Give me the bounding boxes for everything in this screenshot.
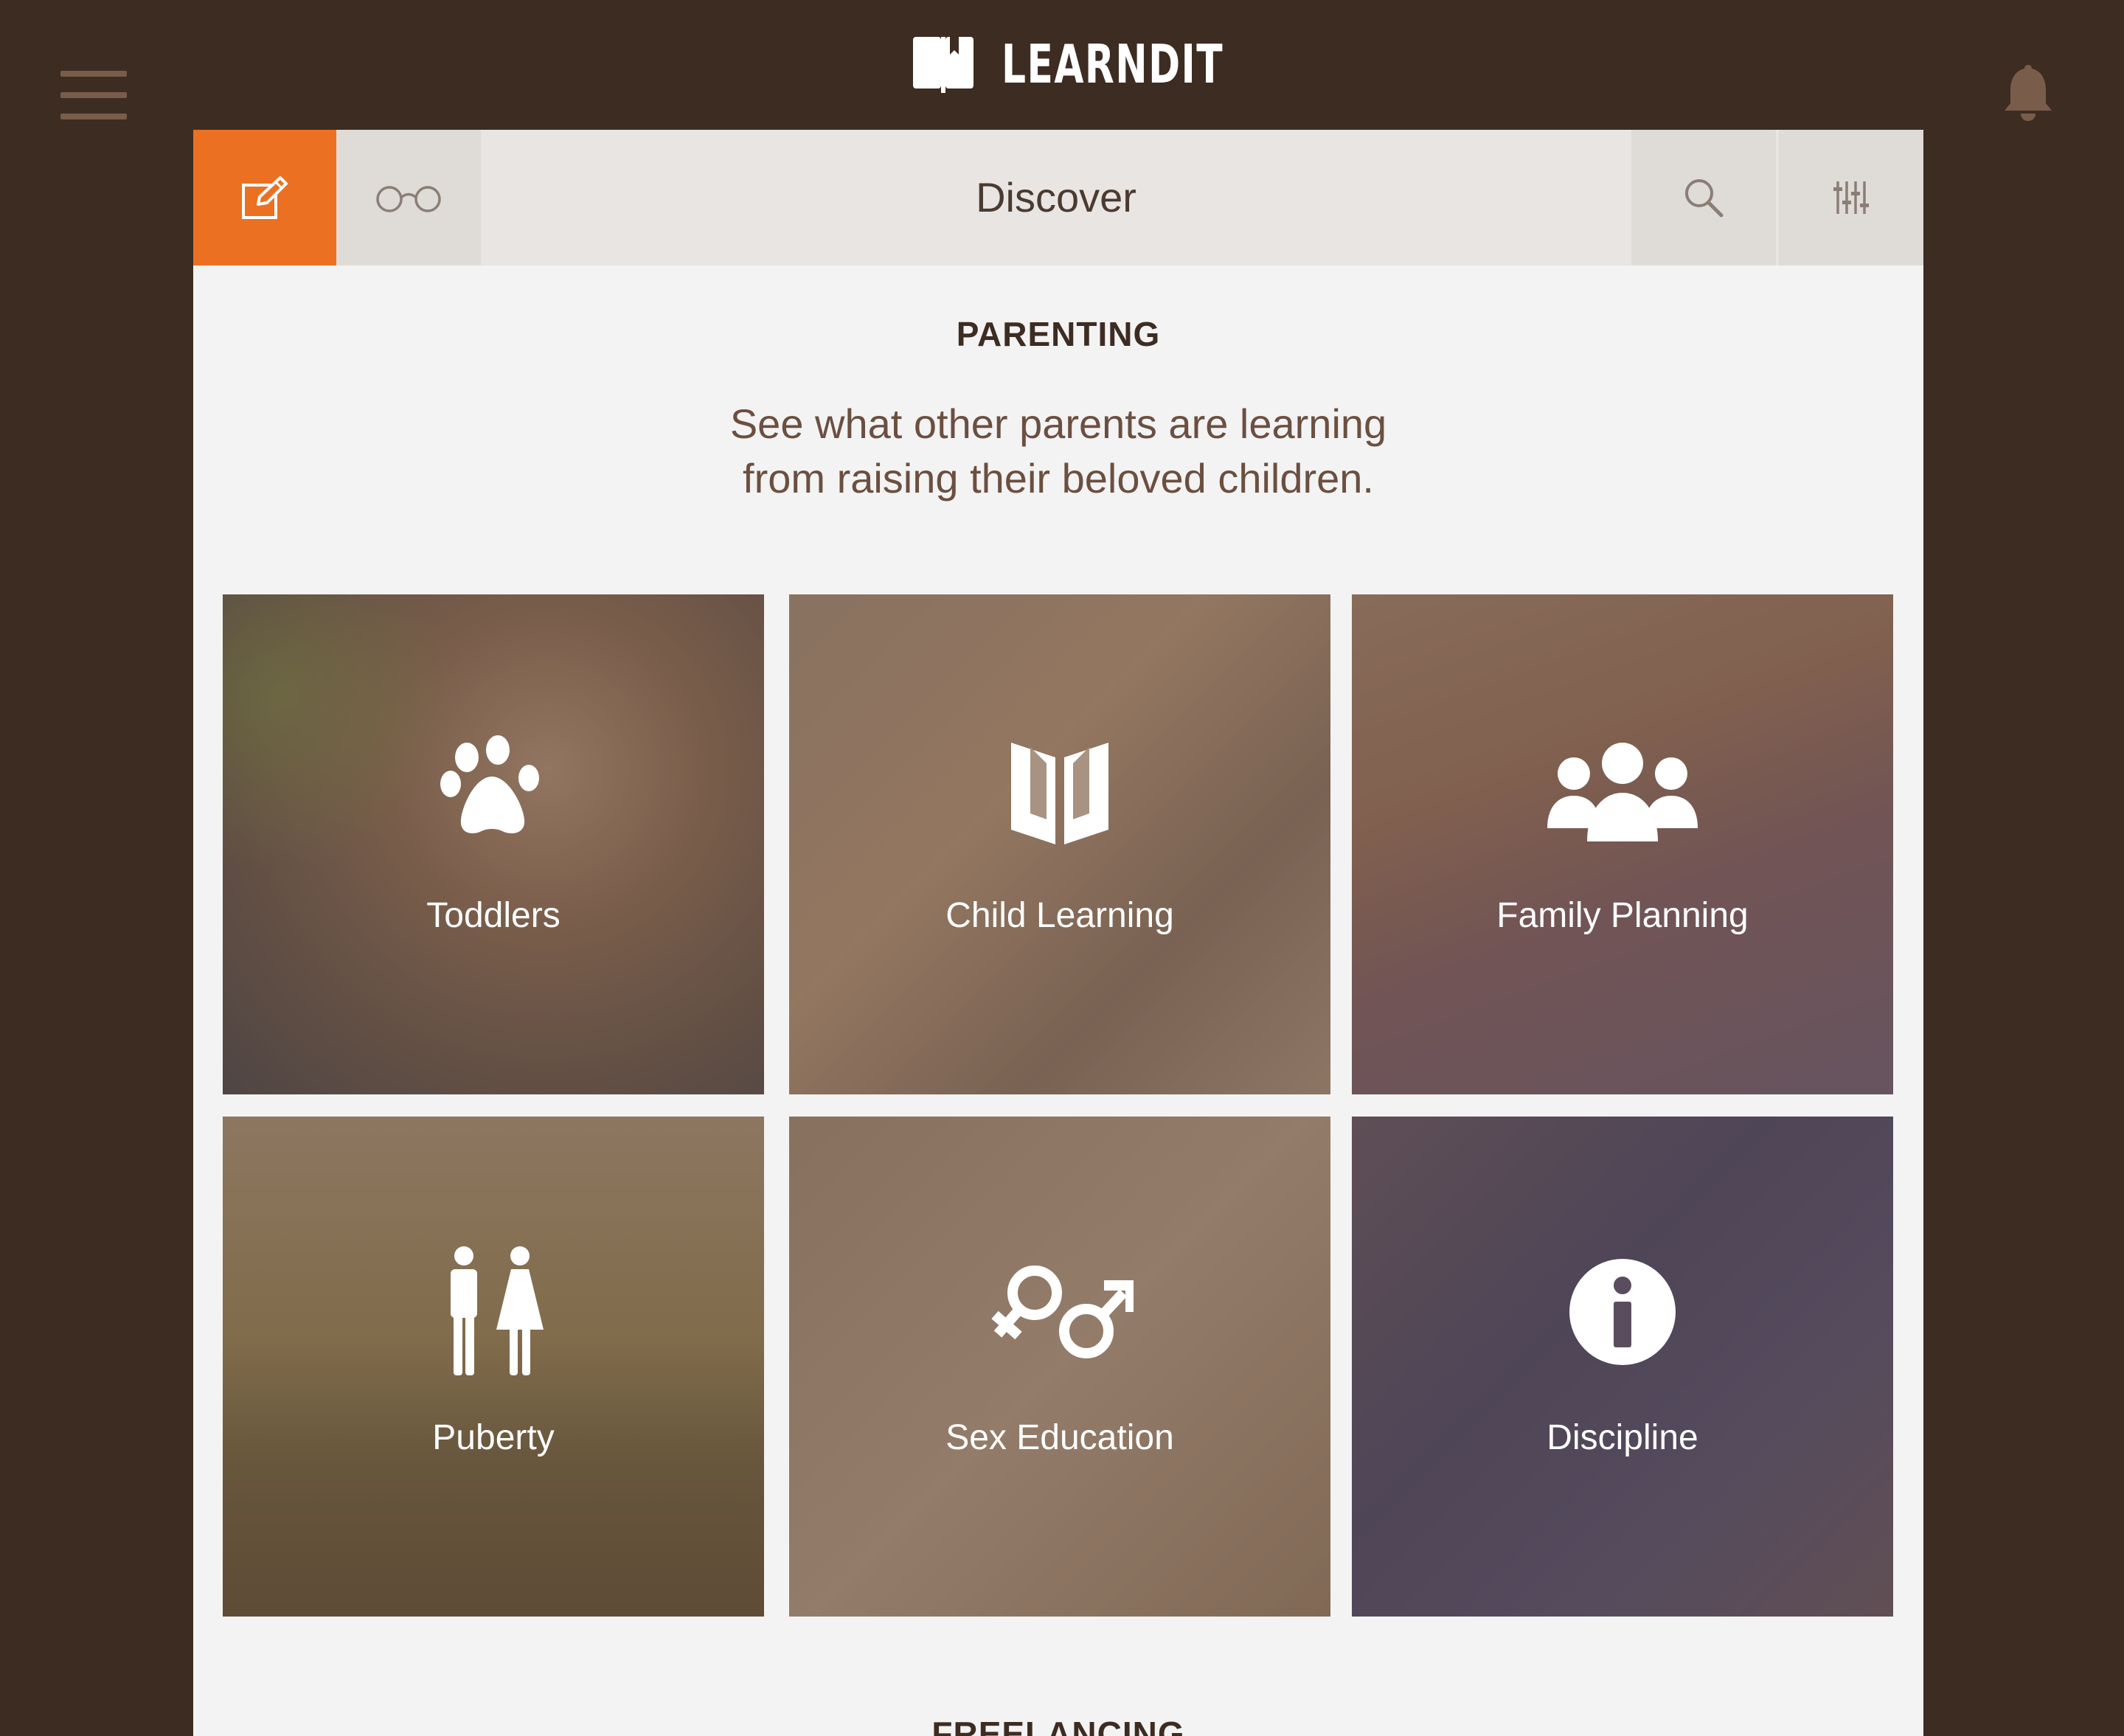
subtitle-line-1: See what other parents are learning (729, 400, 1387, 447)
glasses-icon (376, 186, 441, 212)
book-icon (1011, 743, 1108, 844)
tile-label: Sex Education (945, 1418, 1174, 1457)
menu-icon[interactable] (60, 71, 127, 119)
sliders-icon (1833, 181, 1869, 214)
tile-label: Discipline (1547, 1418, 1698, 1457)
tile-toddlers[interactable]: Toddlers (223, 594, 764, 1094)
tile-label: Family Planning (1496, 896, 1749, 935)
compose-icon (242, 176, 288, 219)
search-icon (1685, 179, 1724, 218)
man-woman-icon (451, 1246, 544, 1375)
paw-icon (440, 735, 539, 833)
search-button[interactable] (1631, 130, 1776, 265)
tile-puberty[interactable]: Puberty (223, 1117, 764, 1617)
app-logo: LEARNDIT (912, 31, 1310, 97)
section-heading: PARENTING (956, 315, 1161, 353)
reading-button[interactable] (336, 130, 481, 265)
toolbar: Discover (193, 130, 1923, 265)
tile-discipline[interactable]: Discipline (1352, 1117, 1893, 1617)
people-icon (1547, 743, 1698, 841)
subtitle-line-2: from raising their beloved children. (743, 455, 1374, 501)
section-subtitle: See what other parents are learning from… (616, 397, 1501, 506)
toolbar-title: Discover (976, 174, 1136, 221)
tile-label: Child Learning (945, 896, 1174, 935)
app-name: LEARNDIT (1002, 33, 1224, 95)
bell-icon[interactable] (2000, 62, 2056, 124)
book-logo-icon (913, 37, 974, 93)
tile-child-learning[interactable]: Child Learning (789, 594, 1330, 1094)
tile-label: Puberty (432, 1418, 555, 1457)
filter-button[interactable] (1779, 130, 1923, 265)
info-icon (1569, 1259, 1676, 1365)
gender-symbols-icon (991, 1265, 1134, 1358)
tile-label: Toddlers (426, 896, 560, 935)
tile-sex-education[interactable]: Sex Education (789, 1117, 1330, 1617)
discover-panel: Discover PARENTING See what other parent… (193, 130, 1923, 1736)
tile-family-planning[interactable]: Family Planning (1352, 594, 1893, 1094)
next-section-heading: FREELANCING (931, 1715, 1185, 1736)
compose-button[interactable] (193, 130, 336, 265)
